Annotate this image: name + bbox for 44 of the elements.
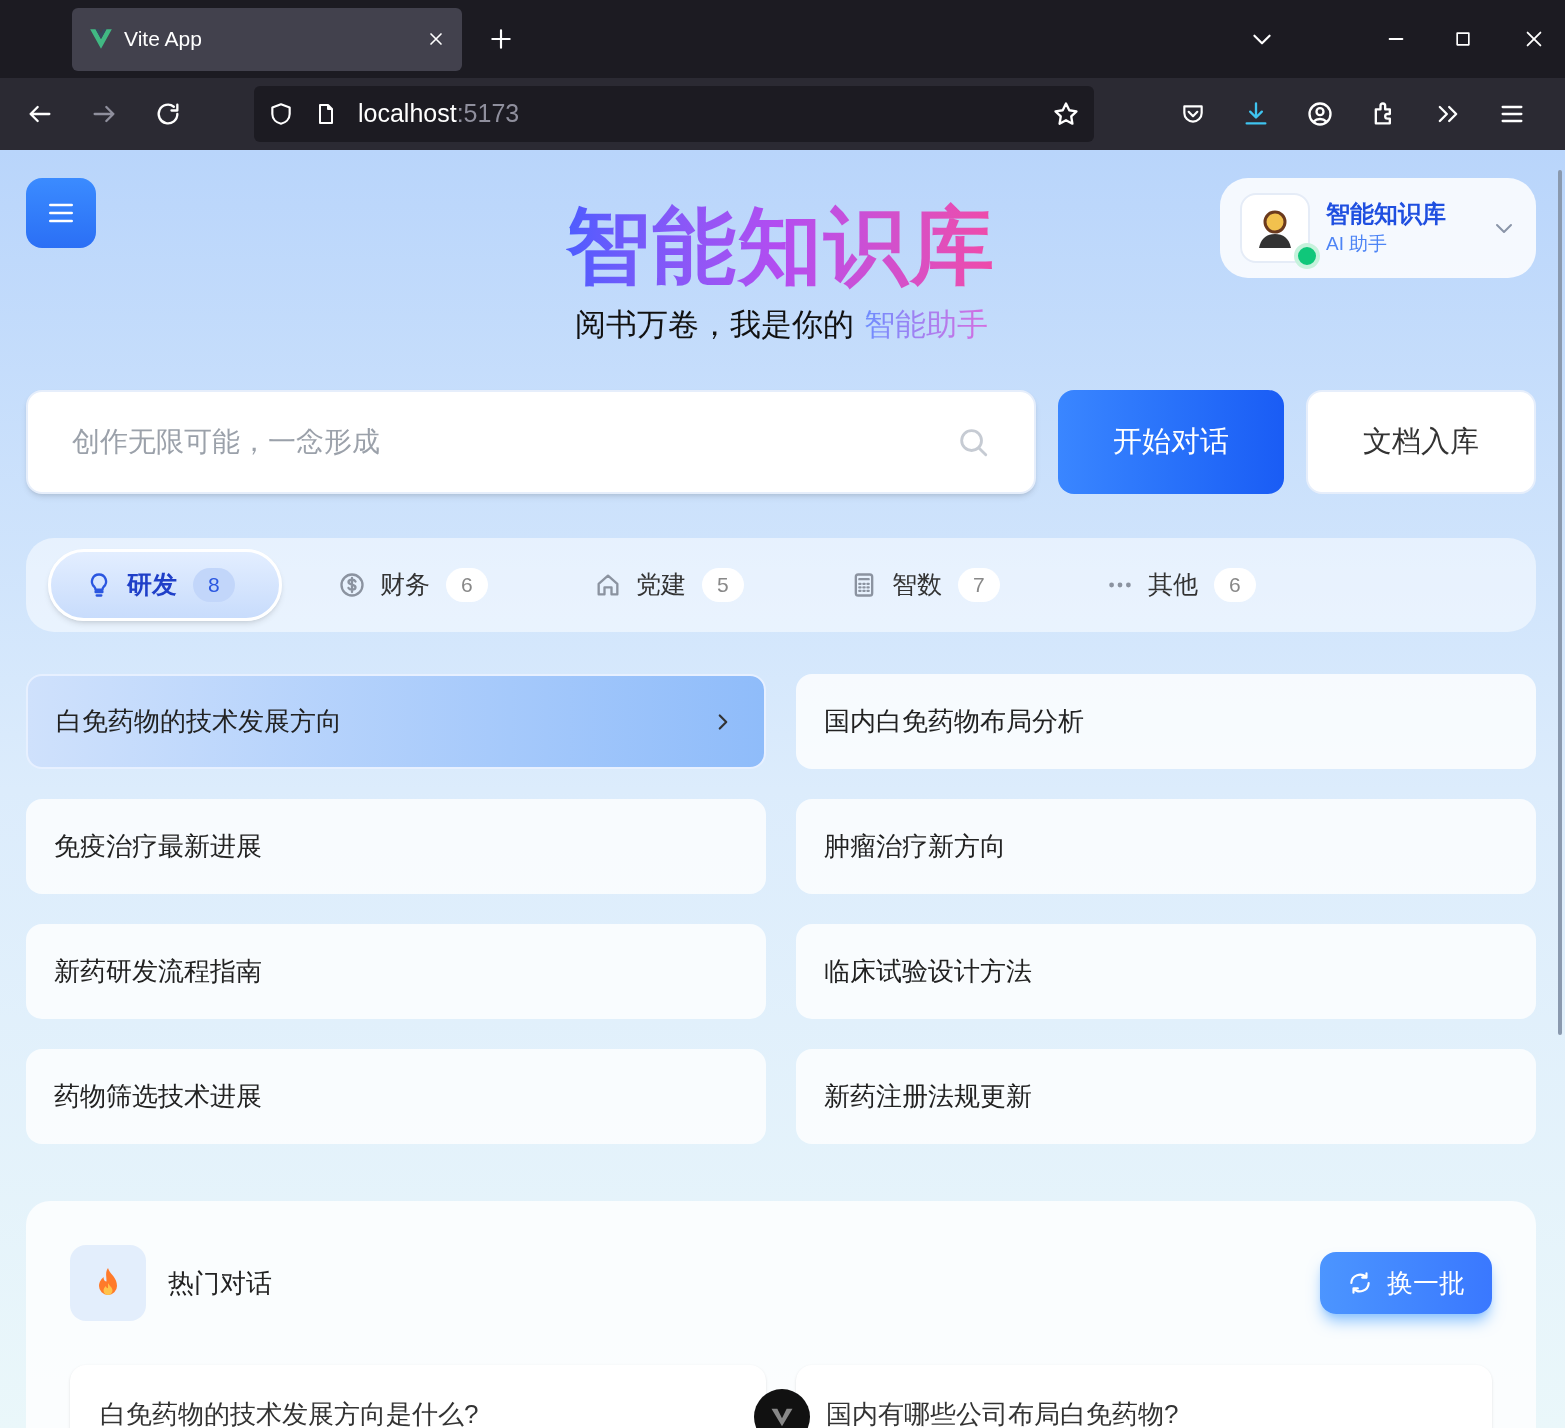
count-badge: 8	[193, 568, 235, 602]
assistant-role: AI 助手	[1326, 232, 1389, 256]
section-title: 热门对话	[168, 1266, 273, 1300]
address-bar[interactable]: localhost:5173	[254, 86, 1094, 142]
dollar-icon	[338, 571, 366, 599]
browser-tab[interactable]: Vite App	[72, 7, 462, 71]
shield-icon	[268, 101, 294, 127]
question-card[interactable]: 肿瘤治疗新方向	[796, 799, 1536, 894]
search-field[interactable]: 创作无限可能，一念形成	[72, 422, 956, 462]
maximize-icon[interactable]	[1453, 29, 1473, 49]
category-tab[interactable]: 研发 8	[48, 549, 282, 621]
question-card[interactable]: 国内白免药物布局分析	[796, 674, 1536, 769]
question-card[interactable]: 临床试验设计方法	[796, 924, 1536, 1019]
menu-button[interactable]	[26, 178, 96, 248]
count-badge: 6	[1214, 568, 1256, 602]
category-tab[interactable]: 其他 6	[1072, 549, 1306, 621]
question-card[interactable]: 新药研发流程指南	[26, 924, 766, 1019]
category-tab[interactable]: 智数 7	[816, 549, 1050, 621]
url-text: localhost:5173	[358, 98, 521, 130]
refresh-button[interactable]: 换一批	[1320, 1252, 1492, 1314]
hot-question-card[interactable]: 国内有哪些公司布局白免药物?	[796, 1365, 1492, 1428]
question-card[interactable]: 新药注册法规更新	[796, 1049, 1536, 1144]
more-dots-icon	[1106, 582, 1134, 588]
search-bar[interactable]: 创作无限可能，一念形成	[26, 390, 1036, 494]
hot-question-card[interactable]: 白免药物的技术发展方向是什么?	[70, 1365, 766, 1428]
count-badge: 6	[446, 568, 488, 602]
assistant-name: 智能知识库	[1326, 199, 1447, 229]
upload-docs-button[interactable]: 文档入库	[1306, 390, 1536, 494]
question-card[interactable]: 药物筛选技术进展	[26, 1049, 766, 1144]
scrollbar[interactable]	[1558, 170, 1562, 1035]
count-badge: 5	[702, 568, 744, 602]
account-icon[interactable]	[1306, 100, 1334, 128]
count-badge: 7	[958, 568, 1000, 602]
plus-icon[interactable]	[488, 26, 514, 52]
tab-title: Vite App	[124, 26, 203, 53]
category-tab[interactable]: 财务 6	[304, 549, 538, 621]
category-tab[interactable]: 党建 5	[560, 549, 794, 621]
subtitle: 阅书万卷，我是你的	[574, 306, 854, 344]
question-card[interactable]: 免疫治疗最新进展	[26, 799, 766, 894]
assistant-card[interactable]: 智能知识库 AI 助手	[1220, 178, 1536, 278]
question-card[interactable]: 白免药物的技术发展方向	[26, 674, 766, 769]
start-chat-button[interactable]: 开始对话	[1058, 390, 1284, 494]
star-icon[interactable]	[1052, 100, 1080, 128]
refresh-icon	[1347, 1270, 1373, 1296]
